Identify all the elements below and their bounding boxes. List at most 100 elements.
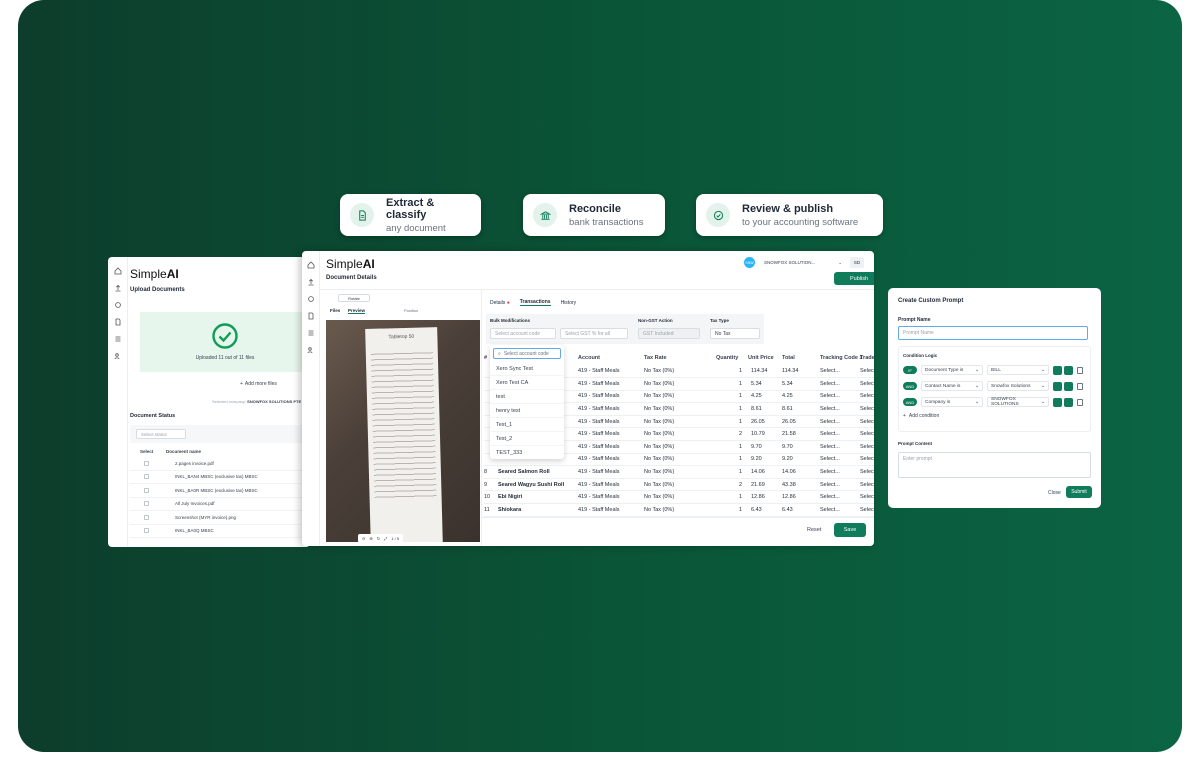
close-button[interactable]: Close — [1048, 490, 1061, 496]
add-condition-button[interactable]: + Add condition — [903, 413, 1086, 419]
row-tracking-select[interactable]: Select... — [820, 490, 860, 505]
list-item[interactable]: 2.pages invoice.pdf — [130, 457, 310, 471]
account-option[interactable]: Test_2 — [490, 432, 564, 446]
condition-value-select[interactable]: Snowfox Solutions ⌄ — [987, 381, 1049, 391]
row-tracking-select[interactable]: Select... — [820, 427, 860, 442]
row-trade-select[interactable]: Select — [860, 490, 874, 505]
trash-icon[interactable] — [1077, 382, 1083, 390]
row-tracking-select[interactable]: Select... — [820, 503, 860, 517]
row-tracking-select[interactable]: Select... — [820, 402, 860, 416]
row-trade-select[interactable]: Select — [860, 427, 874, 442]
row-trade-select[interactable]: Select — [860, 465, 874, 479]
fit-icon[interactable]: ⤢ — [384, 536, 387, 541]
settings-icon[interactable] — [114, 301, 122, 309]
account-search-input[interactable]: ⌕ Select account code — [493, 348, 561, 359]
list-icon[interactable] — [114, 335, 122, 343]
gst-select[interactable]: Select GST % for all — [560, 328, 628, 339]
row-trade-select[interactable]: Select — [860, 503, 874, 517]
row-trade-select[interactable]: Select — [860, 402, 874, 416]
add-condition-icon[interactable] — [1053, 381, 1062, 391]
row-trade-select[interactable]: Select — [860, 440, 874, 454]
select-checkbox[interactable] — [144, 487, 149, 493]
condition-field-select[interactable]: Document Type is ⌄ — [921, 365, 983, 375]
zoom-out-icon[interactable]: ⊖ — [362, 536, 365, 541]
row-tracking-select[interactable]: Select... — [820, 365, 860, 379]
row-tracking-select[interactable]: Select... — [820, 377, 860, 391]
row-trade-select[interactable]: Select — [860, 365, 874, 379]
table-row[interactable]: 8 Seared Salmon Roll 419 - Staff Meals No T… — [484, 465, 874, 479]
file-icon[interactable] — [307, 312, 315, 320]
status-filter[interactable]: Select status — [136, 429, 186, 439]
account-option[interactable]: Xero Sync Test — [490, 362, 564, 376]
row-tracking-select[interactable]: Select... — [820, 453, 860, 467]
row-trade-select[interactable]: Select — [860, 415, 874, 429]
position-select[interactable]: Position — [404, 308, 418, 313]
home-icon[interactable] — [114, 267, 122, 275]
tab-preview[interactable]: Preview — [348, 308, 366, 314]
list-item[interactable]: INKL_BA0R MBSC (exclusive tax) MBSC — [130, 484, 310, 498]
select-checkbox[interactable] — [144, 528, 149, 534]
tab-history[interactable]: History — [561, 300, 577, 306]
list-item[interactable]: INKL_BAN4 MBSC (exclusive tax) MBSC — [130, 471, 310, 484]
submit-button[interactable]: Submit — [1066, 486, 1092, 498]
rotate-icon[interactable]: ↻ — [377, 536, 380, 541]
tab-transactions[interactable]: Transactions — [519, 299, 551, 306]
copy-condition-icon[interactable] — [1064, 365, 1073, 375]
select-checkbox[interactable] — [144, 460, 149, 466]
row-trade-select[interactable]: Select — [860, 453, 874, 467]
row-tracking-select[interactable]: Select... — [820, 390, 860, 404]
publish-button[interactable]: Publish — [834, 272, 874, 285]
user-avatar[interactable]: SD — [850, 257, 864, 268]
add-more-files-button[interactable]: + Add more files — [240, 381, 277, 387]
account-option[interactable]: TEST_333 — [490, 446, 564, 459]
upload-icon[interactable] — [307, 278, 315, 286]
row-tracking-select[interactable]: Select... — [820, 415, 860, 429]
list-item[interactable]: Screenshot (MYR invoice).png — [130, 511, 310, 525]
select-checkbox[interactable] — [144, 514, 149, 520]
condition-field-select[interactable]: Company is ⌄ — [921, 397, 983, 407]
zoom-in-icon[interactable]: ⊕ — [369, 536, 372, 541]
tab-details[interactable]: Details ● — [490, 300, 510, 306]
account-option[interactable]: henry test — [490, 404, 564, 418]
copy-condition-icon[interactable] — [1064, 397, 1073, 407]
row-trade-select[interactable]: Select — [860, 478, 874, 492]
trash-icon[interactable] — [1077, 366, 1083, 374]
settings-icon[interactable] — [307, 295, 315, 303]
tax-type-select[interactable]: No Tax — [710, 328, 760, 339]
prompt-name-input[interactable]: Prompt Name — [898, 326, 1088, 340]
save-button[interactable]: Save — [834, 523, 866, 537]
select-checkbox[interactable] — [144, 501, 149, 507]
row-tracking-select[interactable]: Select... — [820, 440, 860, 454]
add-condition-icon[interactable] — [1053, 365, 1062, 375]
row-tracking-select[interactable]: Select... — [820, 465, 860, 479]
row-trade-select[interactable]: Select — [860, 390, 874, 404]
condition-value-select[interactable]: BILL ⌄ — [987, 365, 1049, 375]
tab-files[interactable]: Files — [330, 308, 340, 313]
account-option[interactable]: Test_1 — [490, 418, 564, 432]
row-tracking-select[interactable]: Select... — [820, 478, 860, 492]
rotate-button[interactable]: Rotate — [338, 294, 370, 302]
company-selector[interactable]: SNOWFOX SOLUTION... ⌄ — [761, 257, 845, 268]
add-condition-icon[interactable] — [1053, 397, 1062, 407]
trash-icon[interactable] — [1077, 398, 1083, 406]
account-option[interactable]: Xero Test CA — [490, 376, 564, 390]
select-checkbox[interactable] — [144, 474, 149, 480]
copy-condition-icon[interactable] — [1064, 381, 1073, 391]
list-icon[interactable] — [307, 329, 315, 337]
condition-field-select[interactable]: Contact Name is ⌄ — [921, 381, 983, 391]
condition-value-select[interactable]: SNOWFOX SOLUTIONS ⌄ — [987, 397, 1049, 407]
table-row[interactable]: 10 Ebi Nigiri 419 - Staff Meals No Tax (0%)… — [484, 490, 874, 505]
upload-icon[interactable] — [114, 284, 122, 292]
file-icon[interactable] — [114, 318, 122, 326]
row-trade-select[interactable]: Select — [860, 377, 874, 391]
users-icon[interactable] — [114, 352, 122, 360]
table-row[interactable]: 9 Seared Wagyu Sushi Roll 419 - Staff Meal… — [484, 478, 874, 492]
account-code-select[interactable]: Select account code — [490, 328, 556, 339]
users-icon[interactable] — [307, 346, 315, 354]
list-item[interactable]: All July Invoices.pdf — [130, 498, 310, 511]
account-option[interactable]: test — [490, 390, 564, 404]
prompt-content-textarea[interactable]: Enter prompt — [898, 452, 1091, 478]
non-gst-select[interactable]: GST Included — [638, 328, 700, 339]
reset-button[interactable]: Reset — [807, 527, 821, 533]
list-item[interactable]: INKL_BA0Q MBSC — [130, 525, 310, 538]
